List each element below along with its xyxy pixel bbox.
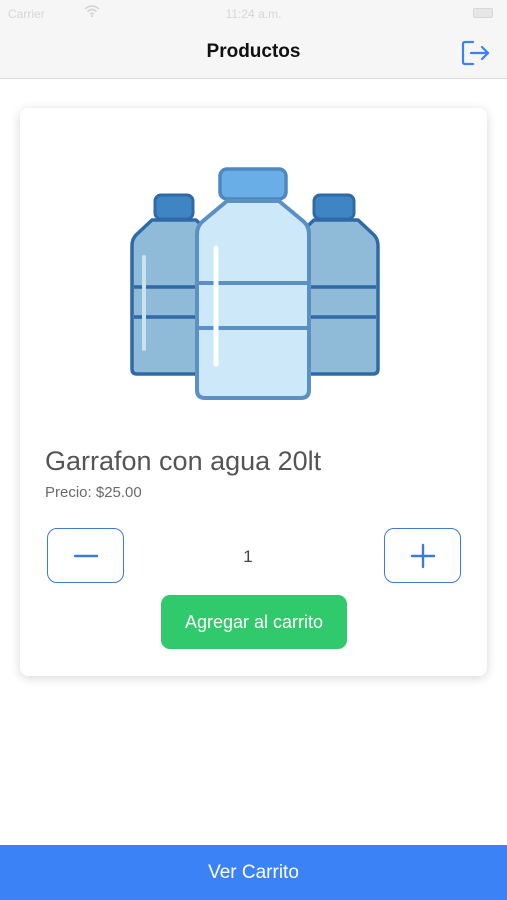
navigation-bar: Productos xyxy=(0,28,507,79)
products-screen: Carrier 11:24 a.m. Productos Garrafon co… xyxy=(0,0,507,900)
add-to-cart-button[interactable]: Agregar al carrito xyxy=(161,595,347,649)
status-bar: Carrier 11:24 a.m. xyxy=(0,0,507,28)
decrement-button[interactable] xyxy=(47,528,124,583)
logout-button[interactable] xyxy=(456,36,496,70)
minus-icon xyxy=(73,554,98,557)
product-name: Garrafon con agua 20lt xyxy=(45,446,322,476)
view-cart-button[interactable]: Ver Carrito xyxy=(0,845,507,900)
product-card: Garrafon con agua 20lt Precio: $25.00 1 … xyxy=(20,108,487,676)
logout-icon xyxy=(461,40,490,66)
page-title: Productos xyxy=(206,41,301,62)
plus-icon xyxy=(410,543,435,568)
increment-button[interactable] xyxy=(384,528,461,583)
product-price: Precio: $25.00 xyxy=(45,484,142,501)
quantity-value: 1 xyxy=(243,547,253,566)
status-time: 11:24 a.m. xyxy=(225,7,282,21)
water-bottles-icon xyxy=(130,167,380,400)
battery-icon xyxy=(473,8,493,18)
